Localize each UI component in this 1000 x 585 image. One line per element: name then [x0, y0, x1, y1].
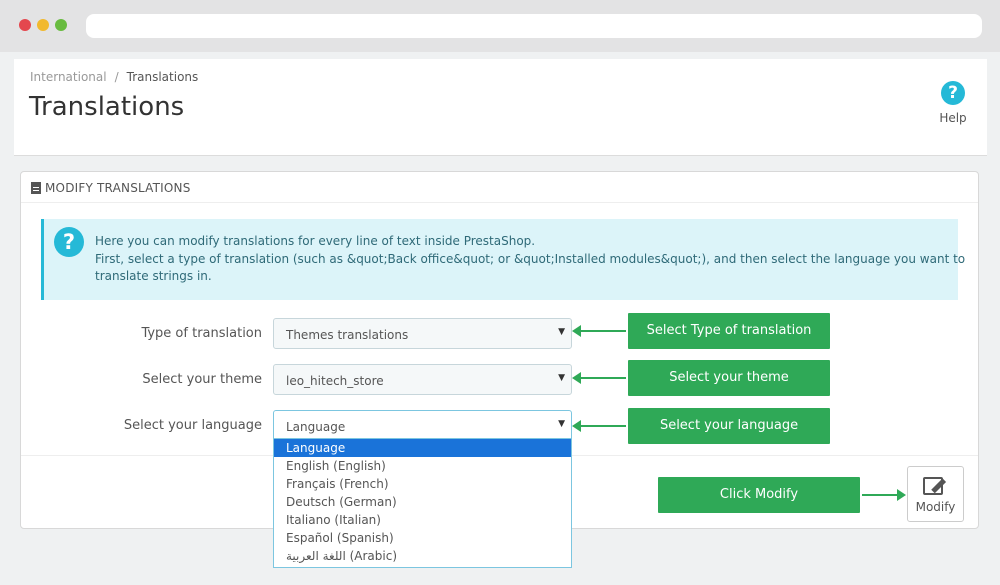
theme-label: Select your theme: [142, 372, 262, 387]
document-icon: [31, 182, 41, 194]
question-circle-icon: ?: [941, 81, 965, 105]
language-select[interactable]: Language ▼: [273, 410, 572, 441]
info-alert: ? Here you can modify translations for e…: [41, 219, 965, 300]
language-option[interactable]: Deutsch (German): [274, 493, 571, 511]
alert-line-1: Here you can modify translations for eve…: [95, 234, 536, 248]
type-of-translation-select[interactable]: Themes translations ▼: [273, 318, 572, 349]
modify-button-label: Modify: [915, 500, 956, 514]
language-option[interactable]: Español (Spanish): [274, 529, 571, 547]
panel-title: MODIFY TRANSLATIONS: [45, 181, 191, 195]
page: International / Translations Translations …: [0, 52, 1000, 585]
callout-select-type: Select Type of translation: [628, 313, 830, 349]
type-of-translation-label: Type of translation: [141, 326, 262, 341]
minimize-window-dot[interactable]: [37, 19, 49, 31]
language-value: Language: [286, 420, 346, 434]
callout-arrow-theme: [572, 372, 626, 384]
address-bar[interactable]: [86, 14, 982, 38]
language-dropdown-list: Language English (English) Français (Fre…: [273, 438, 572, 568]
theme-row: Select your theme leo_hitech_store ▼: [21, 364, 978, 396]
type-of-translation-row: Type of translation Themes translations …: [21, 318, 978, 350]
panel-heading: MODIFY TRANSLATIONS: [21, 172, 978, 203]
alert-line-2: First, select a type of translation (suc…: [95, 252, 966, 266]
language-option[interactable]: English (English): [274, 457, 571, 475]
callout-arrow-modify: [862, 489, 906, 501]
callout-select-theme: Select your theme: [628, 360, 830, 396]
caret-down-icon: ▼: [558, 419, 565, 429]
page-title: Translations: [29, 92, 185, 122]
breadcrumb-current: Translations: [126, 70, 199, 84]
theme-value: leo_hitech_store: [286, 374, 384, 388]
help-label: Help: [939, 111, 967, 125]
type-of-translation-value: Themes translations: [286, 328, 409, 342]
language-option[interactable]: Italiano (Italian): [274, 511, 571, 529]
callout-click-modify: Click Modify: [658, 477, 860, 513]
breadcrumb-parent[interactable]: International: [30, 70, 107, 84]
arrow-left-icon: [572, 325, 581, 337]
caret-down-icon: ▼: [558, 373, 565, 383]
modify-translations-panel: MODIFY TRANSLATIONS ? Here you can modif…: [20, 171, 979, 568]
page-header: International / Translations Translations …: [14, 59, 987, 156]
breadcrumb-separator: /: [114, 70, 119, 84]
callout-select-language: Select your language: [628, 408, 830, 444]
arrow-left-icon: [572, 372, 581, 384]
language-option[interactable]: Français (French): [274, 475, 571, 493]
modify-button[interactable]: Modify: [907, 466, 964, 522]
edit-pencil-icon: [922, 475, 949, 495]
arrow-left-icon: [572, 420, 581, 432]
maximize-window-dot[interactable]: [55, 19, 67, 31]
alert-line-3: translate strings in.: [95, 269, 212, 283]
question-circle-icon: ?: [54, 227, 84, 257]
theme-select[interactable]: leo_hitech_store ▼: [273, 364, 572, 395]
language-label: Select your language: [123, 418, 262, 433]
help-button[interactable]: ? Help: [933, 81, 973, 125]
callout-arrow-type: [572, 325, 626, 337]
browser-chrome: [0, 0, 1000, 52]
caret-down-icon: ▼: [558, 327, 565, 337]
callout-arrow-language: [572, 420, 626, 432]
close-window-dot[interactable]: [19, 19, 31, 31]
arrow-right-icon: [897, 489, 906, 501]
language-option[interactable]: Language: [274, 439, 571, 457]
breadcrumb: International / Translations: [30, 70, 198, 84]
language-option[interactable]: اللغة العربية (Arabic): [274, 547, 571, 565]
